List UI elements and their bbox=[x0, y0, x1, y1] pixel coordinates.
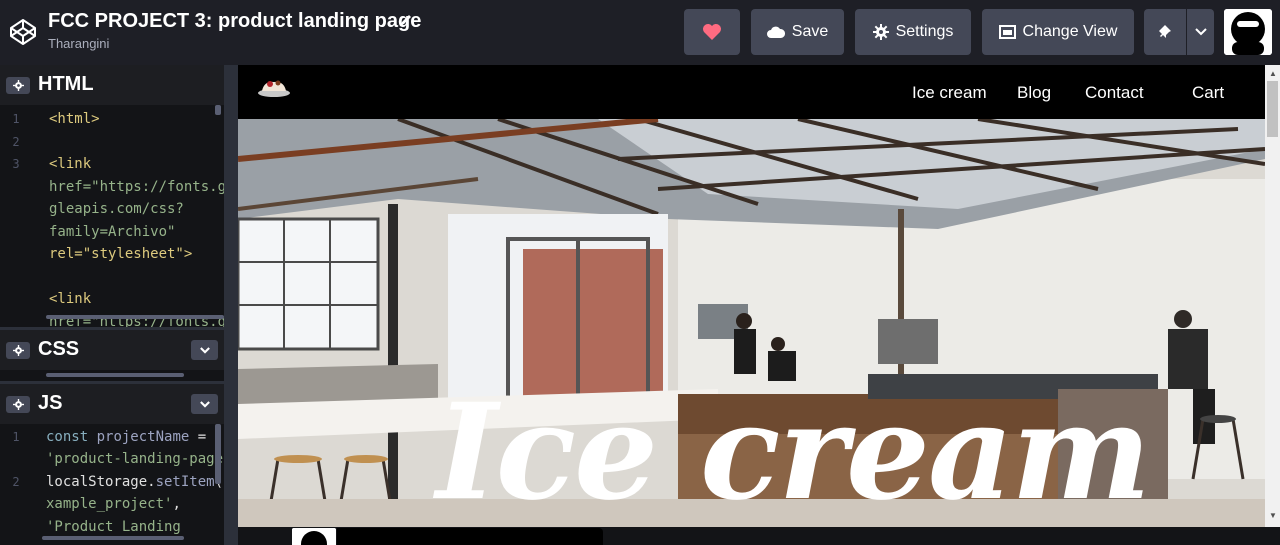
js-editor-header[interactable]: JS bbox=[0, 384, 224, 424]
js-collapse-button[interactable] bbox=[191, 394, 218, 414]
css-editor-header[interactable]: CSS bbox=[0, 330, 224, 370]
editor-resize-handle[interactable] bbox=[224, 65, 238, 545]
chevron-down-icon bbox=[1194, 28, 1207, 36]
line-number: 1 bbox=[12, 112, 20, 126]
settings-label: Settings bbox=[895, 23, 954, 40]
css-collapse-button[interactable] bbox=[191, 340, 218, 360]
line-number: 2 bbox=[12, 135, 20, 149]
code-line: <html> bbox=[49, 111, 100, 127]
change-view-icon bbox=[998, 25, 1016, 39]
code-line: 'product-landing-page bbox=[46, 451, 224, 467]
nav-link-cart[interactable]: Cart bbox=[1192, 83, 1224, 103]
chevron-down-icon bbox=[199, 346, 210, 354]
line-number: 1 bbox=[12, 430, 20, 444]
css-editor-title: CSS bbox=[38, 338, 80, 360]
site-navbar: Ice cream Blog Contact Cart bbox=[238, 65, 1265, 119]
css-settings-button[interactable] bbox=[6, 342, 30, 359]
vertical-scroll-thumb[interactable] bbox=[1267, 81, 1278, 137]
heart-button[interactable] bbox=[684, 9, 740, 55]
pin-icon bbox=[1159, 25, 1171, 38]
html-settings-button[interactable] bbox=[6, 77, 30, 94]
code-line: family=Archivo" bbox=[49, 224, 176, 240]
code-line: const projectName = bbox=[46, 429, 207, 445]
code-line: <link bbox=[49, 156, 92, 172]
project-title[interactable]: FCC PROJECT 3: product landing page bbox=[48, 10, 421, 33]
html-editor-title: HTML bbox=[38, 73, 94, 95]
hero-section: Ice cream bbox=[238, 119, 1265, 527]
html-vertical-scrollbar[interactable] bbox=[215, 105, 221, 115]
avatar-image bbox=[1224, 9, 1272, 55]
html-editor-header[interactable]: HTML bbox=[0, 65, 224, 105]
author-name[interactable]: Tharangini bbox=[48, 36, 109, 51]
line-number: 3 bbox=[12, 157, 20, 171]
js-editor-title: JS bbox=[38, 392, 63, 414]
gear-icon bbox=[12, 345, 24, 356]
html-code-area[interactable]: 1 2 3 <html> <link href="https://fonts.g… bbox=[0, 105, 224, 327]
save-button[interactable]: Save bbox=[751, 9, 844, 55]
code-line: gleapis.com/css? bbox=[49, 201, 184, 217]
gear-icon bbox=[12, 399, 24, 410]
change-view-button[interactable]: Change View bbox=[982, 9, 1134, 55]
code-line: href="https://fonts.g bbox=[49, 179, 224, 195]
chevron-down-icon bbox=[199, 400, 210, 408]
scroll-down-icon[interactable]: ▼ bbox=[1269, 511, 1277, 520]
change-view-label: Change View bbox=[1022, 23, 1118, 40]
js-code-area[interactable]: 1 2 const projectName = 'product-landing… bbox=[0, 424, 224, 545]
js-vertical-scrollbar[interactable] bbox=[215, 424, 221, 484]
gear-icon bbox=[872, 24, 889, 40]
pin-dropdown-button[interactable] bbox=[1187, 9, 1214, 55]
mini-avatar[interactable] bbox=[292, 528, 336, 545]
user-avatar[interactable] bbox=[1224, 9, 1272, 55]
js-horizontal-scrollbar[interactable] bbox=[42, 536, 184, 540]
heart-icon bbox=[703, 24, 721, 40]
code-line: localStorage.setItem( bbox=[46, 474, 223, 490]
editor-panel: HTML 1 2 3 <html> <link href="https://fo… bbox=[0, 65, 224, 545]
code-line: <link bbox=[49, 291, 92, 307]
nav-link-ice-cream[interactable]: Ice cream bbox=[912, 83, 987, 103]
avatar-image bbox=[292, 528, 336, 545]
html-horizontal-scrollbar[interactable] bbox=[46, 315, 224, 319]
preview-frame: Ice cream Blog Contact Cart Ice cream ▲ … bbox=[238, 65, 1280, 545]
nav-link-blog[interactable]: Blog bbox=[1017, 83, 1051, 103]
cloud-icon bbox=[766, 26, 785, 38]
nav-link-contact[interactable]: Contact bbox=[1085, 83, 1144, 103]
console-bar[interactable] bbox=[337, 528, 603, 545]
code-line: href="https://fonts.g bbox=[49, 314, 224, 327]
css-code-area[interactable] bbox=[0, 370, 224, 381]
hero-title: Ice cream bbox=[436, 375, 1151, 527]
codepen-logo-icon[interactable] bbox=[8, 17, 38, 47]
css-horizontal-scrollbar[interactable] bbox=[46, 373, 184, 377]
line-number: 2 bbox=[12, 475, 20, 489]
js-settings-button[interactable] bbox=[6, 396, 30, 413]
save-label: Save bbox=[791, 23, 829, 40]
pencil-icon[interactable] bbox=[398, 12, 414, 28]
ice-cream-logo-icon[interactable] bbox=[256, 73, 292, 99]
code-line: xample_project', bbox=[46, 496, 181, 512]
top-header: FCC PROJECT 3: product landing page Thar… bbox=[0, 0, 1280, 65]
gear-icon bbox=[12, 80, 24, 91]
pin-button[interactable] bbox=[1144, 9, 1186, 55]
settings-button[interactable]: Settings bbox=[855, 9, 971, 55]
code-line: rel="stylesheet"> bbox=[49, 246, 193, 262]
preview-vertical-scrollbar[interactable]: ▲ ▼ bbox=[1265, 65, 1280, 527]
scroll-up-icon[interactable]: ▲ bbox=[1269, 69, 1277, 78]
